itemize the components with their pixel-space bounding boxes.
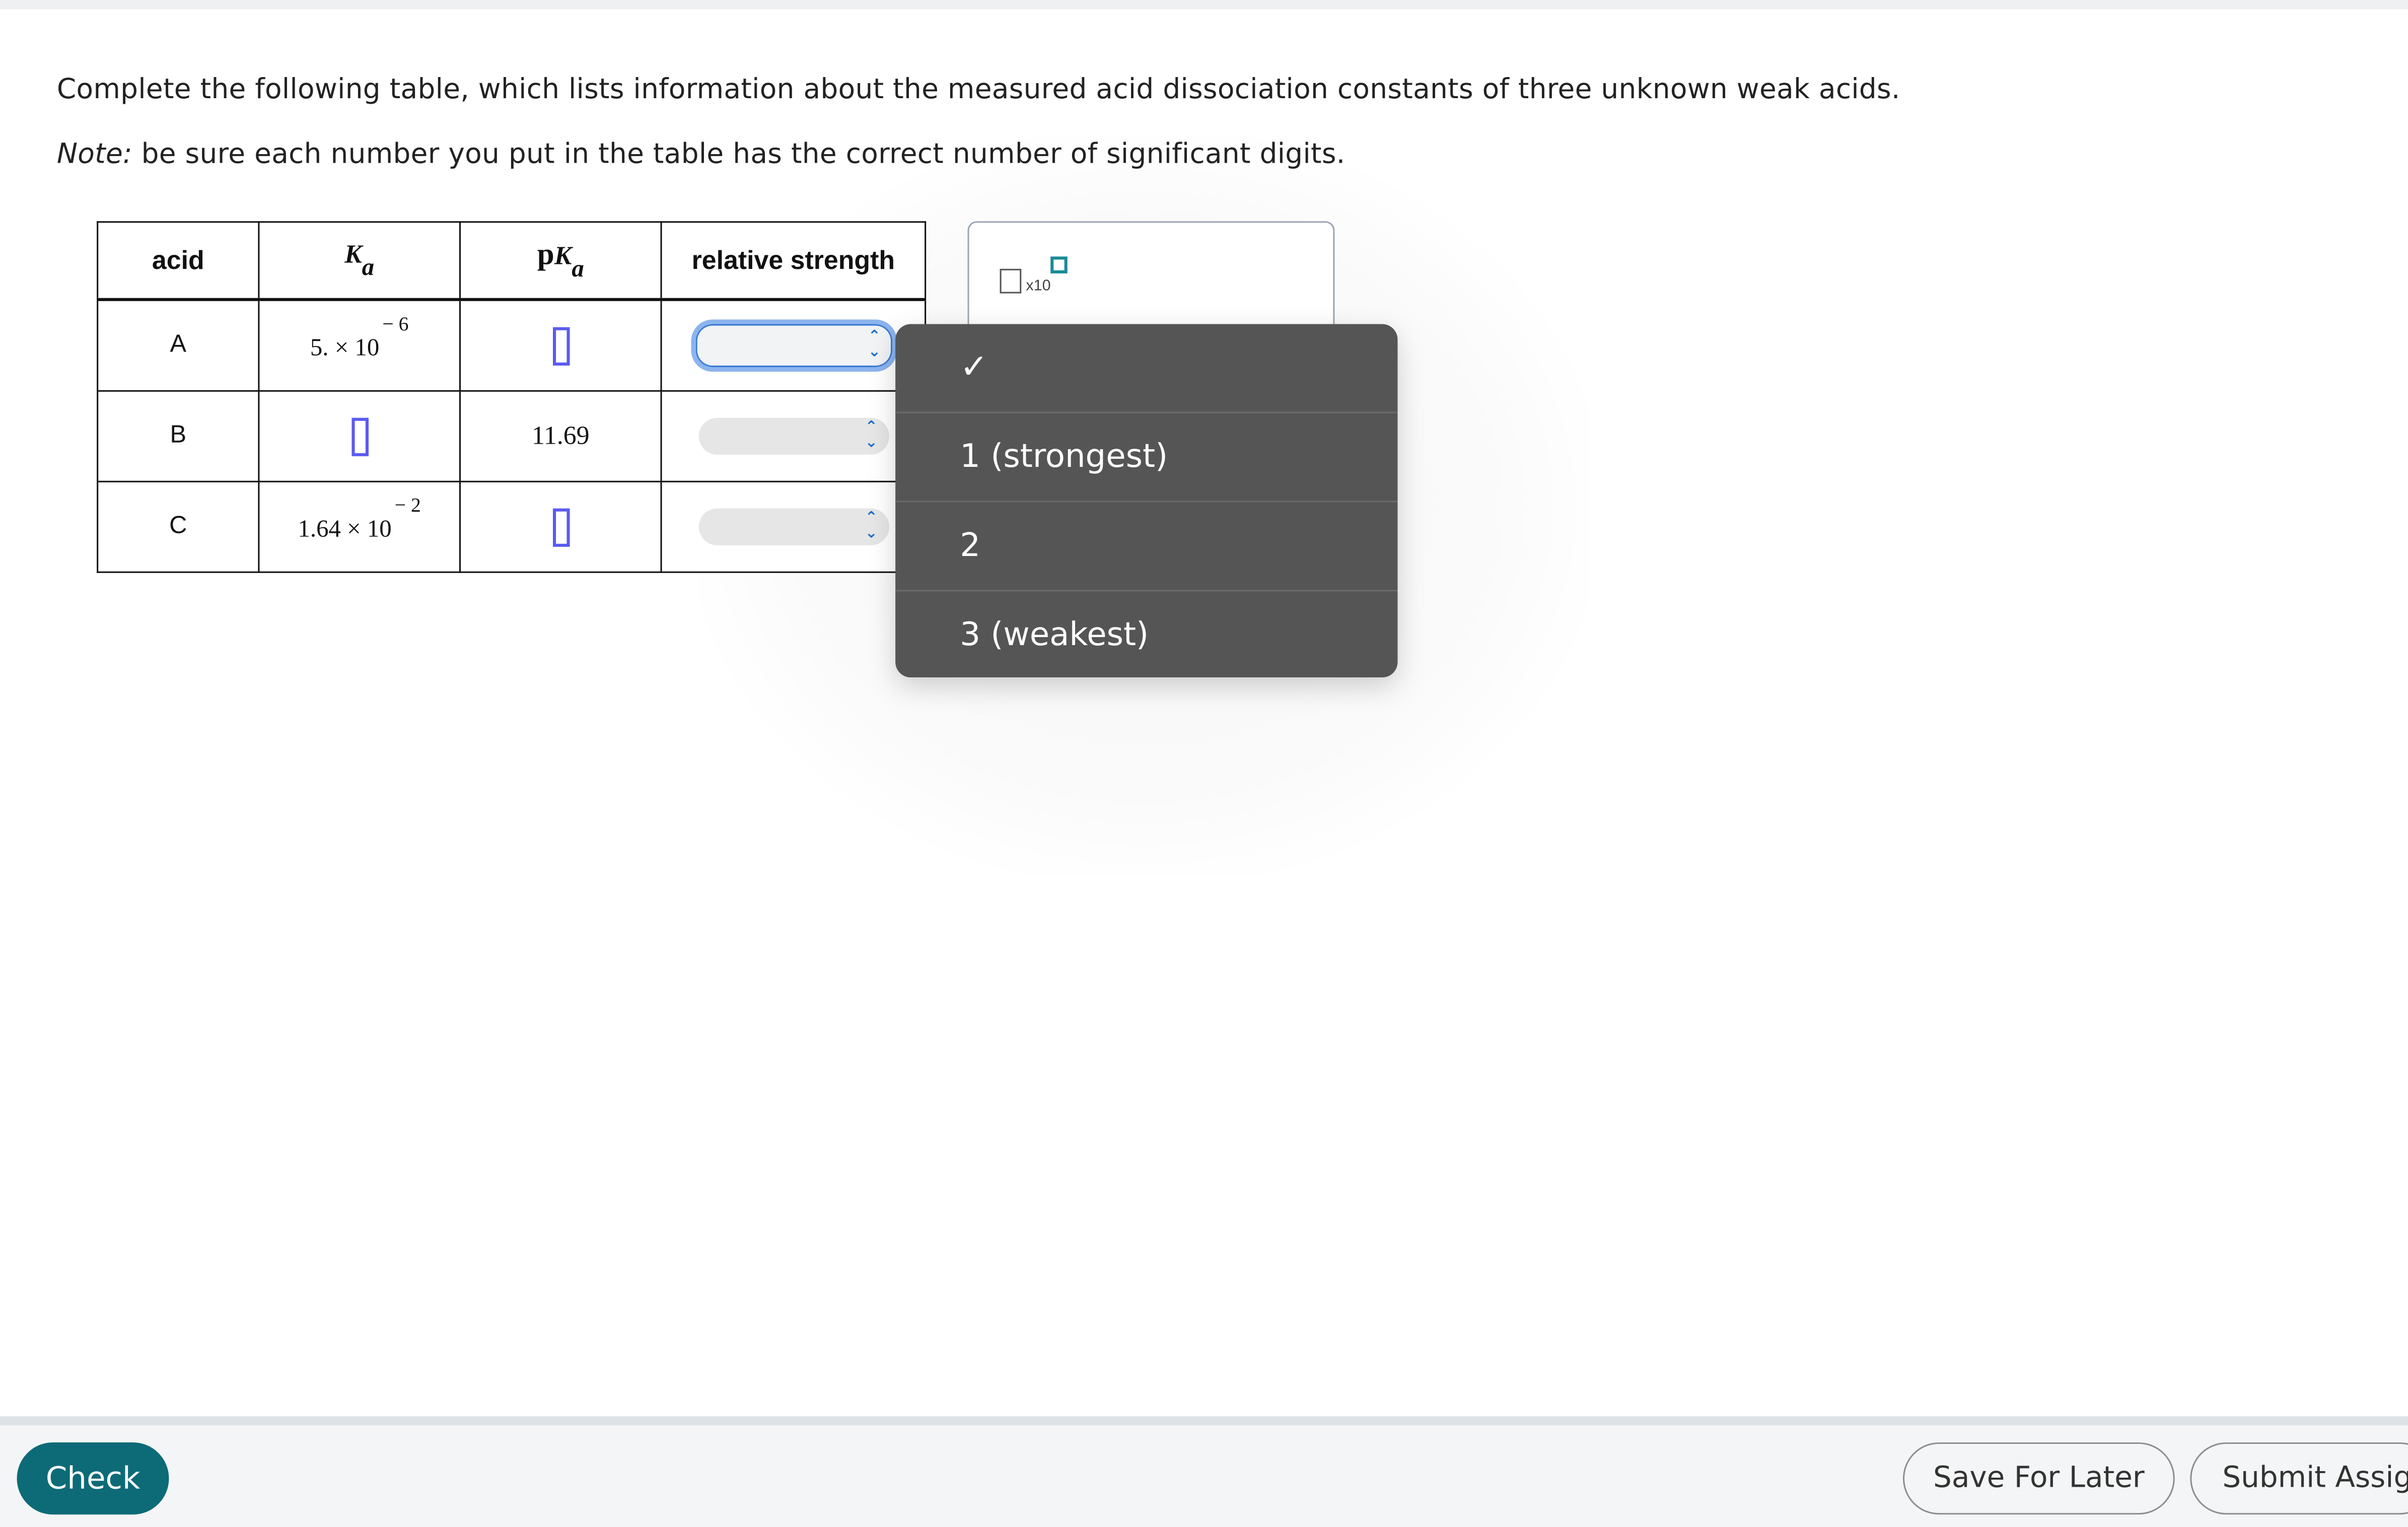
acid-cell: A [97,299,260,392]
mantissa-box-icon[interactable] [1000,268,1022,294]
dropdown-option-blank[interactable]: ✓ [895,324,1397,412]
ka-exponent: − 6 [382,312,409,335]
acid-cell: C [97,480,260,573]
ka-value: 1.64 × 10− 2 [298,494,421,545]
check-button[interactable]: Check [17,1442,169,1515]
strength-select[interactable]: ⌃ ⌄ [698,508,889,545]
footer-divider [0,1416,2408,1426]
pka-cell [459,480,662,573]
strength-dropdown-menu: ✓ 1 (strongest) 2 3 (weakest) [895,324,1398,678]
ka-cell [258,390,461,482]
acid-cell: B [97,390,260,482]
ka-mantissa: 5. × 10 [310,335,380,362]
ka-cell: 1.64 × 10− 2 [258,480,461,573]
pka-cell [459,299,662,392]
ka-answer-input[interactable] [350,417,368,456]
instructions-text: Complete the following table, which list… [56,74,1900,106]
chevron-updown-icon: ⌃ ⌄ [865,510,878,542]
note-label: Note: [56,138,132,171]
table-row: B 11.69 ⌃ ⌄ [97,390,927,482]
top-band [0,0,2408,10]
table-row: C 1.64 × 10− 2 ⌃ ⌄ [97,480,927,573]
dropdown-option-1[interactable]: 1 (strongest) [895,411,1398,499]
assignment-page: Complete the following table, which list… [0,0,2408,1527]
save-for-later-button[interactable]: Save For Later [1902,1442,2175,1515]
dropdown-option-3[interactable]: 3 (weakest) [895,590,1398,677]
option-label: 1 (strongest) [960,438,1168,475]
pka-symbol: K [554,240,572,270]
checkmark-icon: ✓ [960,349,988,387]
dropdown-option-2[interactable]: 2 [895,501,1398,588]
strength-select[interactable]: ⌃ ⌄ [690,319,896,372]
strength-cell: ⌃ ⌄ [660,299,927,392]
option-label: 2 [960,527,981,564]
option-label: 3 (weakest) [960,616,1149,653]
ka-mantissa: 1.64 × 10 [298,517,392,543]
pka-cell: 11.69 [459,390,662,482]
chevron-updown-icon: ⌃ ⌄ [865,419,878,452]
acid-table: acid Ka pKa relative strength A 5. × 10−… [97,221,927,573]
header-acid: acid [97,221,260,301]
ka-exponent: − 2 [394,494,421,517]
exponent-box-icon[interactable] [1050,256,1068,273]
strength-cell: ⌃ ⌄ [660,480,927,573]
pka-answer-input[interactable] [552,326,570,365]
math-input-toolbar: x10 [967,221,1335,341]
pka-prefix: p [537,237,554,271]
table-row: A 5. × 10− 6 ⌃ ⌄ [97,299,927,392]
ka-value: 5. × 10− 6 [310,312,409,364]
submit-assignment-button[interactable]: Submit Assig [2190,1442,2408,1515]
ka-cell: 5. × 10− 6 [258,299,461,392]
header-relative-strength: relative strength [660,221,927,301]
header-ka: Ka [258,221,461,301]
header-pka: pKa [459,221,662,301]
ka-symbol: K [344,239,362,268]
chevron-updown-icon: ⌃ ⌄ [868,328,881,361]
strength-cell: ⌃ ⌄ [660,390,927,482]
ka-subscript: a [362,254,375,281]
pka-answer-input[interactable] [552,508,570,546]
table-header-row: acid Ka pKa relative strength [97,221,927,301]
strength-select[interactable]: ⌃ ⌄ [698,418,889,455]
pka-subscript: a [572,255,584,282]
times-ten-label: x10 [1026,278,1051,295]
